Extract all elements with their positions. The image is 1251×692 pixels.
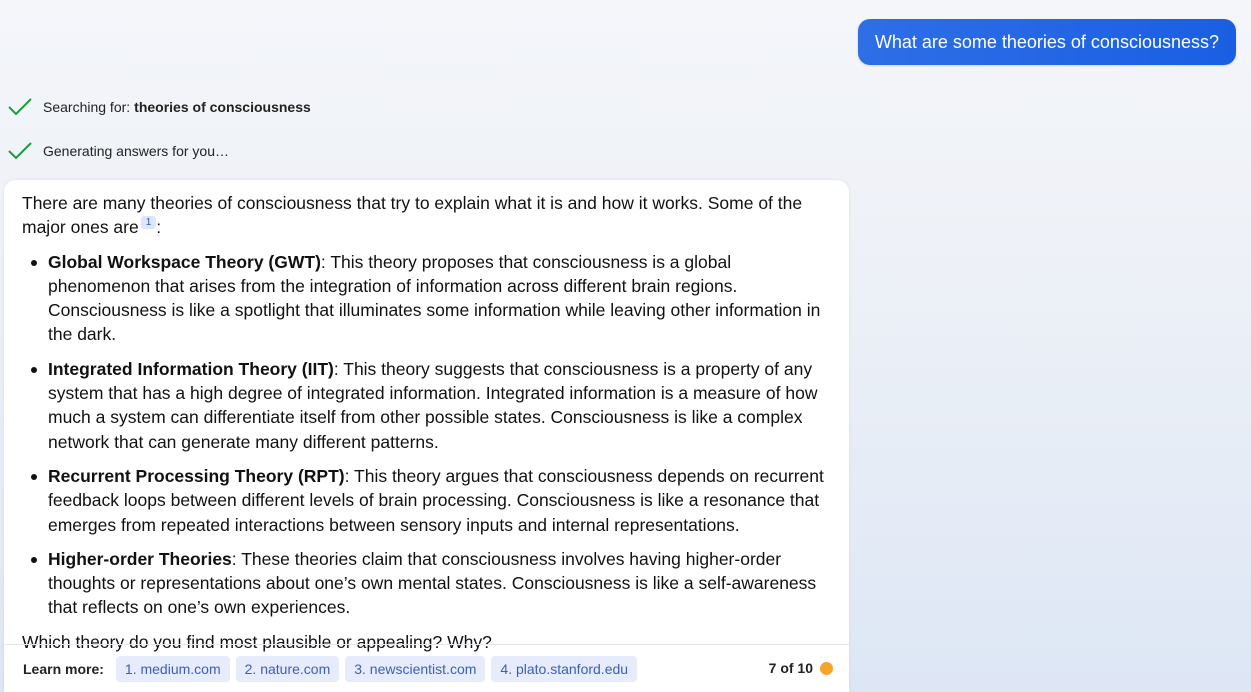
list-item: Higher-order Theories: These theories cl…	[22, 547, 831, 620]
list-item: Recurrent Processing Theory (RPT): This …	[22, 464, 831, 537]
learn-more-label: Learn more:	[23, 660, 104, 677]
theories-list: Global Workspace Theory (GWT): This theo…	[22, 250, 831, 620]
source-link-medium[interactable]: 1. medium.com	[115, 655, 230, 682]
theory-name: Higher-order Theories	[48, 548, 232, 569]
citation-badge[interactable]: 1	[140, 216, 157, 230]
theory-name: Integrated Information Theory (IIT)	[48, 358, 334, 379]
checkmark-icon	[8, 142, 32, 160]
checkmark-icon	[8, 98, 32, 116]
source-link-nature[interactable]: 2. nature.com	[235, 655, 340, 682]
searching-prefix: Searching for:	[43, 99, 131, 115]
answer-body: There are many theories of consciousness…	[4, 180, 849, 654]
learn-more-bar: Learn more: 1. medium.com 2. nature.com …	[4, 644, 849, 692]
intro-text: There are many theories of consciousness…	[22, 193, 803, 238]
theory-name: Global Workspace Theory (GWT)	[48, 251, 321, 272]
user-message-bubble: What are some theories of consciousness?	[857, 19, 1236, 65]
list-item: Global Workspace Theory (GWT): This theo…	[22, 250, 831, 347]
intro-suffix: :	[156, 217, 162, 238]
generating-status: Generating answers for you…	[7, 141, 229, 161]
source-link-newscientist[interactable]: 3. newscientist.com	[345, 655, 486, 682]
turn-indicator-dot	[820, 661, 833, 675]
searching-query: theories of consciousness	[134, 99, 311, 115]
turn-counter: 7 of 10	[769, 660, 833, 676]
searching-status: Searching for: theories of consciousness	[7, 97, 311, 117]
answer-card: There are many theories of consciousness…	[4, 180, 849, 692]
theory-name: Recurrent Processing Theory (RPT)	[48, 465, 345, 486]
list-item: Integrated Information Theory (IIT): Thi…	[22, 357, 831, 454]
generating-text: Generating answers for you…	[43, 143, 229, 159]
answer-intro: There are many theories of consciousness…	[22, 191, 831, 240]
source-link-plato-stanford[interactable]: 4. plato.stanford.edu	[491, 655, 638, 682]
turn-counter-text: 7 of 10	[768, 660, 813, 676]
